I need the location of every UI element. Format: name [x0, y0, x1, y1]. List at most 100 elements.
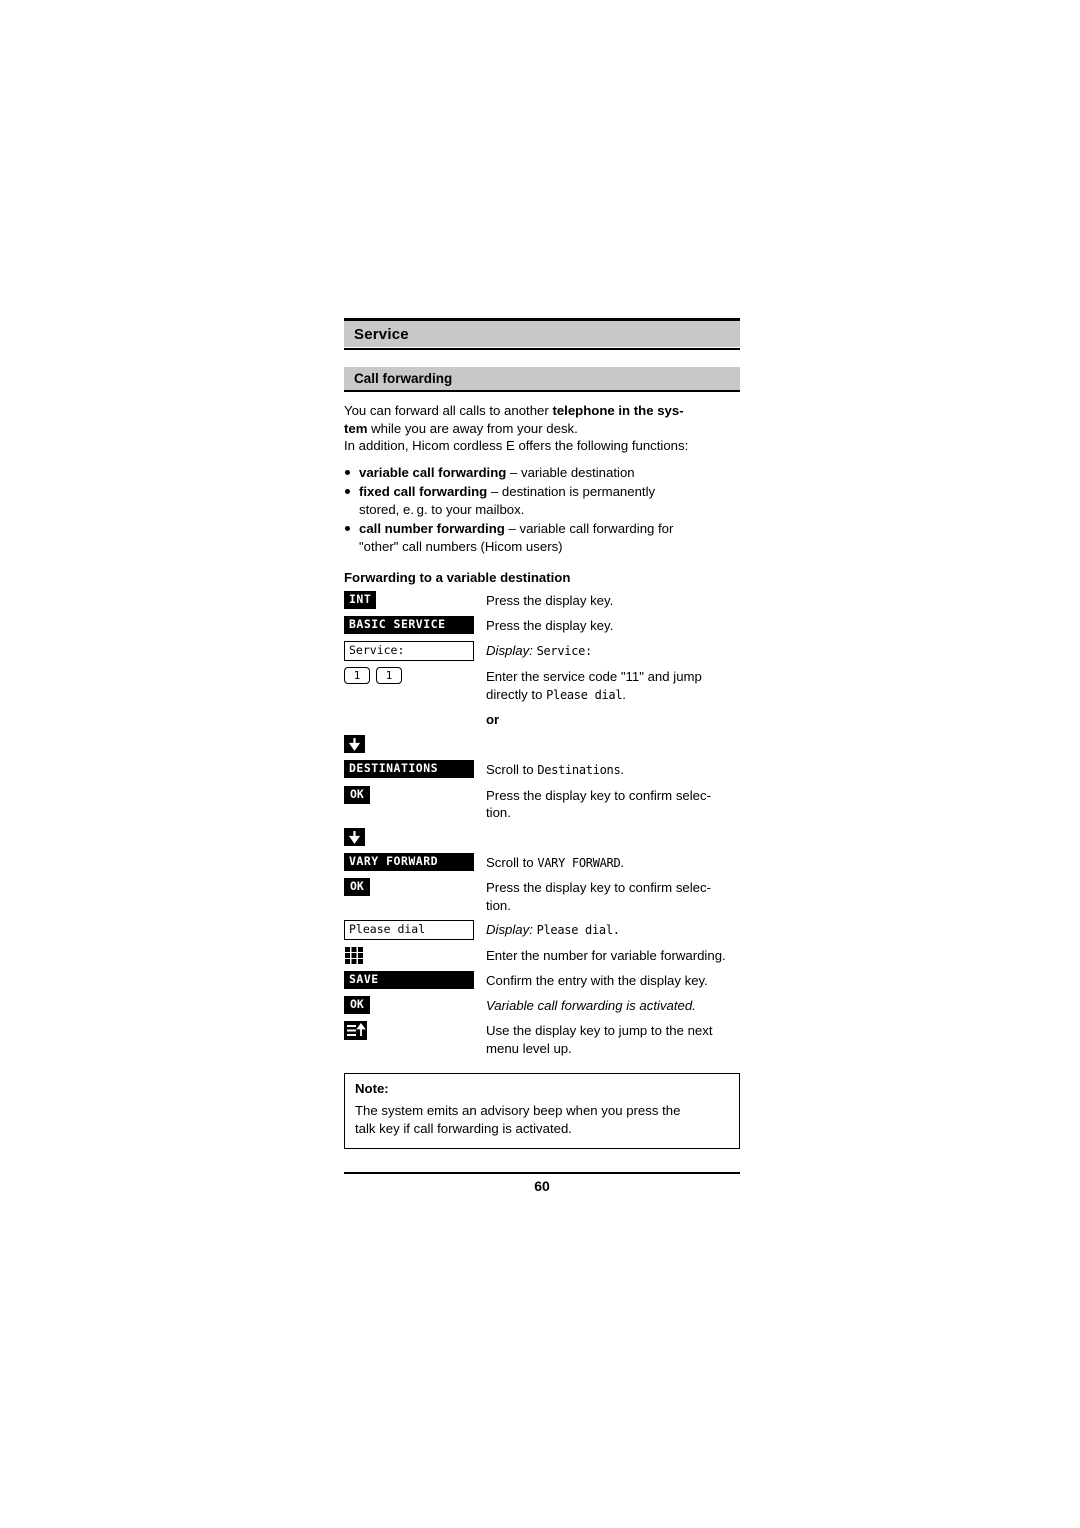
step-text-line1: Press the display key to confirm selec- — [486, 787, 712, 803]
step-text: Enter the number for variable forwarding… — [486, 948, 726, 963]
step-key-cell: SAVE — [344, 971, 486, 989]
ok-display-key[interactable]: OK — [344, 878, 370, 896]
or-label: or — [486, 712, 500, 727]
step-key-cell: BASIC SERVICE — [344, 616, 486, 634]
step-row: BASIC SERVICE Press the display key. — [344, 616, 740, 635]
step-key-cell: Please dial — [344, 920, 486, 940]
bullet-bold-2: call number forwarding — [359, 521, 505, 536]
step-text-line2: tion. — [486, 897, 511, 913]
note-text: The system emits an advisory beep when y… — [355, 1102, 729, 1137]
ok-display-key[interactable]: OK — [344, 996, 370, 1014]
step-text: Enter the service code "11" and jump dir… — [486, 667, 702, 704]
scroll-down-icon[interactable] — [344, 827, 365, 846]
step-text-post: . — [622, 686, 626, 702]
section-title: Call forwarding — [354, 371, 453, 386]
keypad-icon[interactable] — [344, 946, 367, 964]
bullet-cont-1: stored, e. g. to your mailbox. — [359, 501, 525, 517]
step-key-cell: VARY FORWARD — [344, 852, 486, 871]
step-row: DESTINATIONS Scroll to Destinations. — [344, 760, 740, 780]
step-text-mono: Destinations — [537, 763, 621, 777]
bullet-dot-icon — [345, 469, 350, 475]
display-readout-please-dial: Please dial — [344, 920, 474, 940]
destinations-display-key[interactable]: DESTINATIONS — [344, 760, 474, 778]
procedure-steps: INT Press the display key. BASIC SERVICE… — [344, 591, 740, 1057]
intro-text-a: You can forward all calls to another — [344, 403, 553, 418]
step-row: Use the display key to jump to the next … — [344, 1021, 740, 1057]
bullet-bold-1: fixed call forwarding — [359, 484, 488, 499]
list-item: call number forwarding – variable call f… — [344, 520, 740, 555]
step-key-cell: INT — [344, 591, 486, 609]
step-row: SAVE Confirm the entry with the display … — [344, 971, 740, 990]
step-result-text: Variable call forwarding is activated. — [486, 998, 696, 1013]
step-row: Please dial Display: Please dial. — [344, 920, 740, 940]
section-rule — [344, 390, 740, 392]
bullet-rest-1: – destination is permanently — [487, 484, 656, 499]
page-content: Service Call forwarding You can forward … — [344, 318, 740, 1194]
step-text: Display: Service: — [486, 641, 592, 661]
list-item: variable call forwarding – variable dest… — [344, 464, 740, 482]
section-header: Call forwarding — [344, 367, 740, 390]
intro-paragraph-1: You can forward all calls to another tel… — [344, 402, 740, 437]
step-key-cell — [344, 735, 486, 753]
step-text: Press the display key to confirm selec- … — [486, 786, 711, 822]
bullet-rest-0: – variable destination — [506, 464, 635, 480]
bullet-dot-icon — [345, 489, 350, 494]
step-row: INT Press the display key. — [344, 591, 740, 610]
note-line-1: The system emits an advisory beep when y… — [355, 1103, 681, 1118]
display-value: Please dial. — [536, 923, 620, 937]
page-title: Service — [354, 325, 409, 343]
step-text: Display: Please dial. — [486, 920, 620, 940]
step-text-line1: Press the display key to confirm selec- — [486, 880, 712, 895]
vary-forward-display-key[interactable]: VARY FORWARD — [344, 852, 474, 871]
step-text-pre: Scroll to — [486, 762, 538, 777]
numeric-key-1-first[interactable]: 1 — [344, 667, 370, 684]
step-key-cell: Service: — [344, 641, 486, 661]
step-key-cell: 1 1 — [344, 667, 486, 684]
step-row: VARY FORWARD Scroll to VARY FORWARD. — [344, 852, 740, 873]
step-row — [344, 827, 740, 847]
step-key-cell — [344, 1021, 486, 1040]
step-text-post: . — [620, 854, 625, 870]
step-row — [344, 735, 740, 754]
menu-level-up-icon[interactable] — [344, 1021, 367, 1040]
step-key-cell — [344, 946, 486, 964]
step-text-mono: Please dial — [546, 687, 623, 702]
save-display-key[interactable]: SAVE — [344, 971, 474, 989]
step-text: Press the display key to confirm selec- … — [486, 878, 711, 914]
step-text-line2: tion. — [486, 805, 511, 820]
basic-service-display-key[interactable]: BASIC SERVICE — [344, 616, 474, 634]
step-row-or: or — [344, 710, 740, 729]
chapter-header: Service — [344, 321, 740, 347]
step-text: Press the display key. — [486, 593, 614, 608]
intro-text-d: while you are away from your desk. — [367, 420, 578, 436]
int-display-key[interactable]: INT — [344, 591, 377, 609]
numeric-key-1-second[interactable]: 1 — [376, 667, 402, 684]
bullet-dot-icon — [345, 526, 350, 531]
step-key-cell: OK — [344, 878, 486, 896]
scroll-down-icon[interactable] — [344, 735, 365, 753]
step-text: Confirm the entry with the display key. — [486, 973, 708, 988]
step-text-pre: directly to — [486, 686, 547, 702]
procedure-subheading: Forwarding to a variable destination — [344, 570, 571, 585]
function-list: variable call forwarding – variable dest… — [344, 464, 740, 556]
note-line-2: talk key if call forwarding is activated… — [355, 1120, 572, 1136]
list-item: fixed call forwarding – destination is p… — [344, 483, 740, 518]
step-key-cell: DESTINATIONS — [344, 760, 486, 778]
display-value: Service: — [536, 644, 593, 658]
step-text: Use the display key to jump to the next … — [486, 1021, 713, 1057]
display-label: Display: — [486, 922, 533, 937]
step-text: Scroll to VARY FORWARD. — [486, 853, 624, 873]
intro-text-p2: In addition, Hicom cordless E offers the… — [344, 438, 689, 453]
step-row: OK Variable call forwarding is activated… — [344, 996, 740, 1015]
step-text-line2: menu level up. — [486, 1040, 572, 1056]
step-row: OK Press the display key to confirm sele… — [344, 878, 740, 914]
bullet-bold-0: variable call forwarding — [359, 464, 507, 480]
step-row: 1 1 Enter the service code "11" and jump… — [344, 667, 740, 704]
step-key-cell — [344, 827, 486, 846]
header-bottom-rule — [344, 348, 740, 350]
ok-display-key[interactable]: OK — [344, 785, 370, 804]
step-key-cell: OK — [344, 785, 486, 804]
intro-paragraph-2: In addition, Hicom cordless E offers the… — [344, 437, 740, 455]
footer-rule — [344, 1172, 740, 1174]
step-row: OK Press the display key to confirm sele… — [344, 785, 740, 822]
